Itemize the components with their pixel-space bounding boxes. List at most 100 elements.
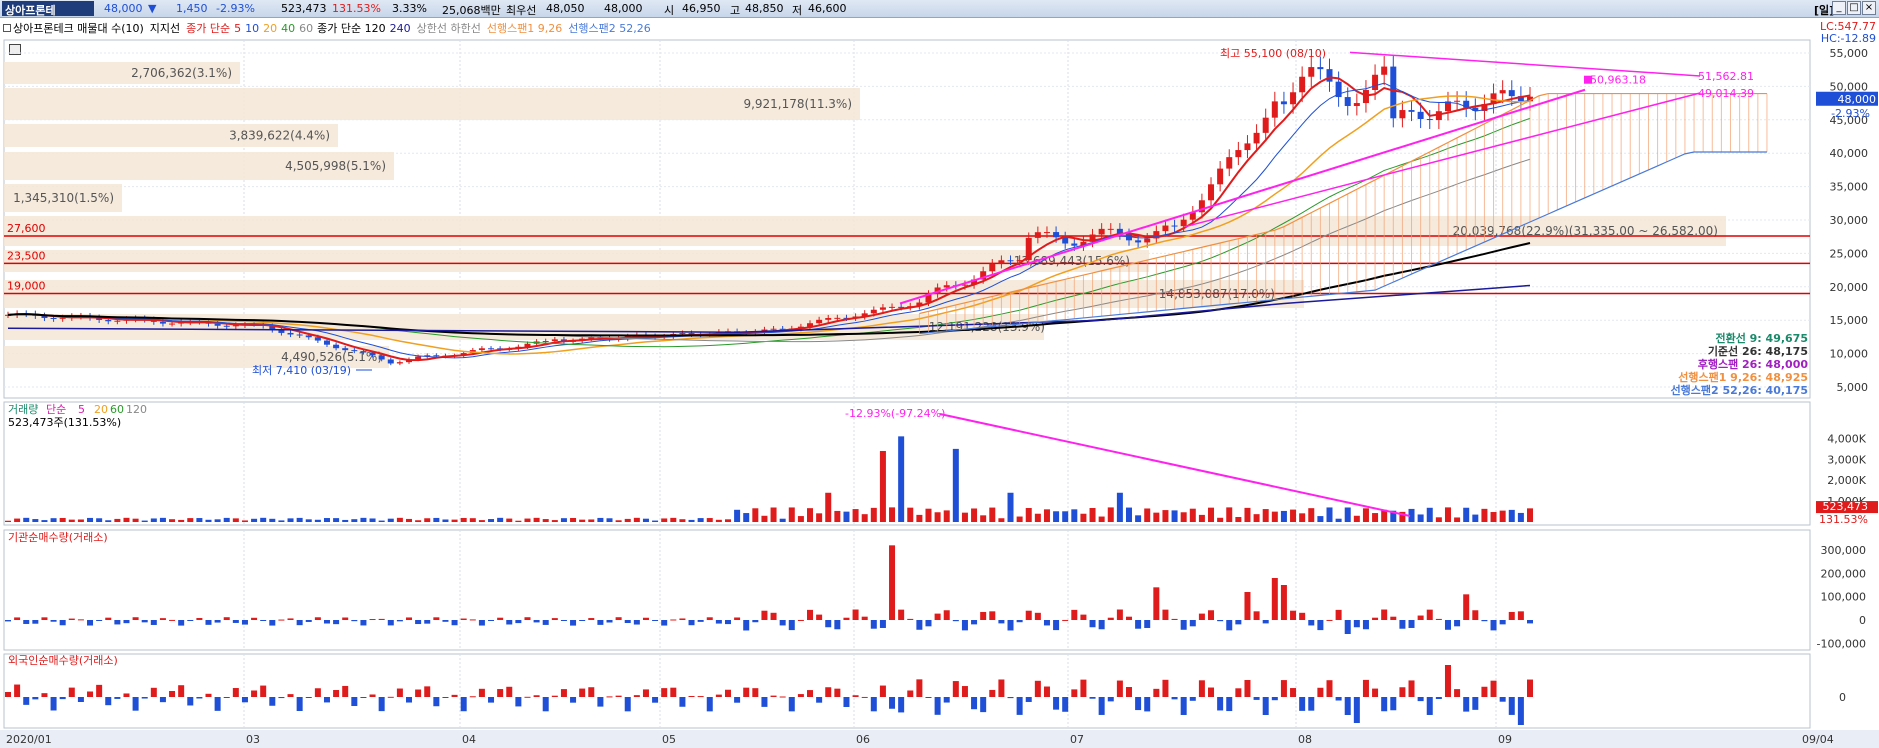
institution-bar (579, 620, 586, 621)
foreign-bar (123, 693, 130, 697)
volume-bar (342, 519, 349, 522)
institution-bar (843, 617, 850, 620)
foreign-bar (469, 696, 476, 698)
foreign-bar (1116, 680, 1123, 697)
candle-body (1381, 66, 1388, 75)
candle-body (1353, 103, 1360, 107)
volume-tick-label: 4,000K (1827, 432, 1866, 445)
institution-bar (1053, 620, 1060, 631)
candle-body (1253, 132, 1260, 144)
candle-body (1390, 66, 1397, 119)
volume-bar (916, 514, 923, 522)
foreign-bar (807, 690, 814, 697)
foreign-bar (688, 695, 695, 697)
date-axis-label: 09/04 (1802, 733, 1834, 746)
volume-bar (642, 518, 649, 522)
institution-bar (478, 620, 485, 626)
volume-bar (1135, 515, 1142, 522)
institution-bar (770, 612, 777, 620)
volume-bar (861, 514, 868, 522)
volume-bar (1499, 510, 1506, 522)
volume-bar (1062, 511, 1069, 522)
candle-body (1508, 90, 1515, 97)
foreign-bar (697, 696, 704, 698)
candle-body (351, 350, 358, 352)
institution-bar (433, 617, 440, 620)
candle-body (1262, 117, 1269, 133)
institution-bar (816, 614, 823, 620)
volume-bar (451, 519, 458, 522)
volume-bar (1262, 509, 1269, 522)
institution-bar (1280, 585, 1287, 620)
volume-bar (998, 518, 1005, 522)
ichimoku-readout-span2: 선행스팬2 52,26: 40,175 (1671, 383, 1808, 397)
foreign-bar (642, 689, 649, 697)
institution-bar (1125, 616, 1132, 620)
volume-bar (1344, 507, 1351, 522)
foreign-bar (761, 697, 768, 707)
trend-value-label: 50,963.18 (1590, 74, 1646, 87)
institution-tick-label: 300,000 (1821, 544, 1867, 557)
institution-bar (378, 618, 385, 620)
foreign-bar (169, 690, 176, 697)
foreign-bar (1426, 697, 1433, 715)
low-annotation: 최저 7,410 (03/19) (252, 364, 351, 377)
candle-body (296, 334, 303, 336)
foreign-bar (934, 697, 941, 715)
price-tick-label: 25,000 (1830, 247, 1869, 260)
institution-bar (879, 620, 886, 628)
foreign-bar (1244, 679, 1251, 697)
volume-bar (1335, 518, 1342, 522)
price-tick-label: 40,000 (1830, 147, 1869, 160)
volume-bar (1490, 512, 1497, 522)
candle-body (998, 260, 1005, 264)
volume-bar (715, 519, 722, 522)
institution-bar (287, 618, 294, 620)
institution-bar (570, 620, 577, 626)
institution-bar (1290, 610, 1297, 620)
foreign-bar (360, 697, 367, 698)
candle-body (1244, 143, 1251, 151)
volume-bar (1317, 516, 1324, 522)
candle-body (1344, 97, 1351, 107)
institution-bar (980, 611, 987, 620)
institution-bar (360, 620, 367, 626)
volume-profile-label: 3,839,622(4.4%) (229, 129, 330, 143)
institution-bar (642, 617, 649, 620)
volume-bar (296, 517, 303, 522)
foreign-bar (442, 697, 449, 698)
foreign-bar (1071, 689, 1078, 697)
foreign-bar (1180, 697, 1187, 715)
volume-bar (879, 450, 886, 522)
candle-body (1280, 101, 1287, 105)
volume-bar (105, 520, 112, 522)
candle-body (1098, 228, 1105, 235)
candle-body (1208, 184, 1215, 201)
date-axis-label: 2020/01 (6, 733, 52, 746)
foreign-bar (1034, 680, 1041, 697)
foreign-bar (961, 686, 968, 697)
candle-body (159, 321, 166, 324)
institution-bar (205, 620, 212, 625)
candle-body (223, 325, 230, 327)
foreign-tick-label: 0 (1839, 691, 1846, 704)
volume-profile-label: 2,706,362(3.1%) (131, 66, 232, 80)
volume-bar (1198, 514, 1205, 522)
candle-body (387, 359, 394, 364)
foreign-bar (1253, 697, 1260, 700)
high-annotation: 최고 55,100 (08/10) (1220, 47, 1326, 60)
foreign-bar (1135, 697, 1142, 711)
foreign-bar (1454, 689, 1461, 697)
foreign-bar (32, 697, 39, 700)
institution-bar (606, 620, 613, 623)
institution-bar (278, 619, 285, 621)
foreign-bar (87, 691, 94, 697)
volume-bar (333, 518, 340, 522)
volume-tick-label: 3,000K (1827, 453, 1866, 466)
foreign-panel-frame (3, 653, 1811, 729)
foreign-bar (1481, 686, 1488, 697)
volume-bar (278, 520, 285, 522)
institution-bar (1517, 611, 1524, 620)
candle-body (314, 337, 321, 341)
date-axis-label: 03 (246, 733, 260, 746)
